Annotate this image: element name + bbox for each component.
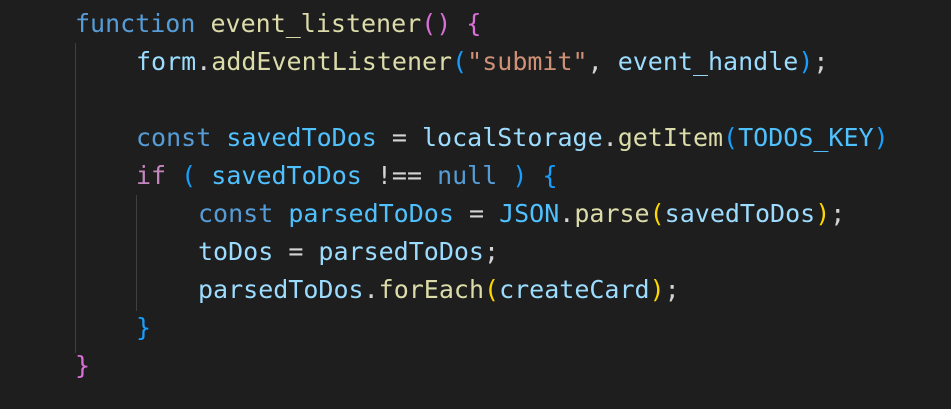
operator-token: = (453, 199, 500, 228)
code-line-10[interactable]: } (75, 347, 90, 385)
variable-token: localStorage (422, 123, 603, 152)
method-token: getItem (617, 123, 724, 152)
code-line-5[interactable]: if ( savedToDos !== null ) { (136, 157, 558, 195)
paren-token: ) (798, 47, 814, 76)
code-line-2[interactable]: form.addEventListener("submit", event_ha… (136, 43, 828, 81)
variable-token: event_handle (617, 47, 799, 76)
keyword-token: const (136, 123, 212, 152)
paren-token: ) (649, 275, 665, 304)
punctuation-token: . (363, 275, 379, 304)
operator-token: = (376, 123, 422, 152)
code-line-7[interactable]: toDos = parsedToDos; (198, 233, 499, 271)
code-line-6[interactable]: const parsedToDos = JSON.parse(savedToDo… (198, 195, 845, 233)
brace-token: { (466, 9, 482, 38)
code-line-4[interactable]: const savedToDos = localStorage.getItem(… (136, 119, 889, 157)
variable-token: savedToDos (664, 199, 816, 228)
brace-token: } (136, 313, 152, 342)
punctuation-token: ; (830, 199, 846, 228)
function-name-token: event_listener (210, 9, 422, 38)
indent-guide-level-1 (75, 43, 76, 353)
paren-token: ( (181, 161, 197, 190)
paren-token: ( (452, 47, 468, 76)
method-token: addEventListener (211, 47, 453, 76)
keyword-token: const (198, 199, 274, 228)
keyword-token: if (136, 161, 167, 190)
code-line-1[interactable]: function event_listener() { (75, 5, 481, 43)
brace-token: } (75, 351, 91, 380)
punctuation-token: . (196, 47, 212, 76)
paren-token: ( (484, 275, 500, 304)
variable-token: parsedToDos (318, 237, 484, 266)
variable-token: parsedToDos (198, 275, 364, 304)
indent-guide-level-2 (136, 195, 137, 311)
operator-token: !== (361, 161, 438, 190)
keyword-token: null (437, 161, 498, 190)
variable-token: form (136, 47, 197, 76)
constant-token: TODOS_KEY (738, 123, 874, 152)
paren-token: ( (649, 199, 665, 228)
punctuation-token: . (559, 199, 575, 228)
constant-token: parsedToDos (288, 199, 454, 228)
string-token: "submit" (467, 47, 588, 76)
constant-token: savedToDos (211, 161, 362, 190)
method-token: parse (574, 199, 650, 228)
variable-token: createCard (499, 275, 650, 304)
keyword-token: function (75, 9, 196, 38)
variable-token: toDos (198, 237, 274, 266)
punctuation-token: . (602, 123, 618, 152)
operator-token: = (273, 237, 319, 266)
punctuation-token: ; (664, 275, 680, 304)
paren-token: () (421, 9, 452, 38)
paren-token: ) (873, 123, 889, 152)
constant-token: savedToDos (226, 123, 377, 152)
code-editor[interactable]: function event_listener() { form.addEven… (0, 0, 951, 409)
method-token: forEach (378, 275, 484, 304)
punctuation-token: , (587, 47, 618, 76)
paren-token: ( (723, 123, 739, 152)
code-line-9[interactable]: } (136, 309, 151, 347)
paren-token: ) (815, 199, 831, 228)
code-line-8[interactable]: parsedToDos.forEach(createCard); (198, 271, 680, 309)
brace-token: { (542, 161, 558, 190)
paren-token: ) (512, 161, 528, 190)
punctuation-token: ; (484, 237, 500, 266)
punctuation-token: ; (813, 47, 829, 76)
constant-token: JSON (499, 199, 560, 228)
